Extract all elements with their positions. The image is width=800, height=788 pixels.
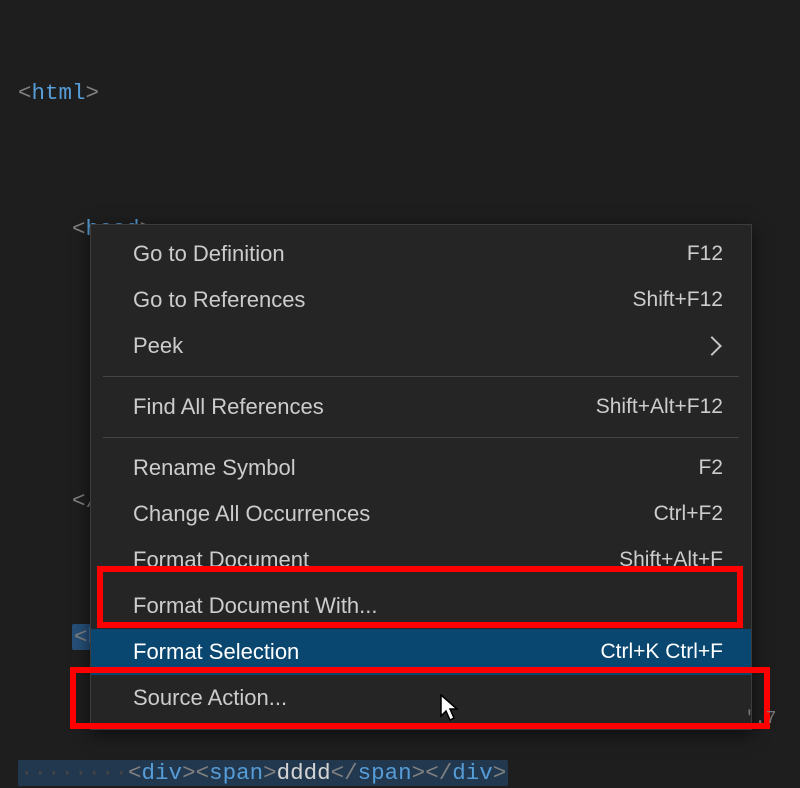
menu-label: Go to Definition (133, 241, 657, 267)
bracket: </ (425, 760, 452, 786)
whitespace-dots: ···· (20, 760, 74, 786)
bracket: > (412, 760, 426, 786)
menu-label: Format Document (133, 547, 589, 573)
bracket: < (74, 624, 88, 650)
menu-shortcut: Shift+Alt+F12 (596, 395, 723, 419)
menu-separator (103, 376, 739, 377)
menu-separator (103, 437, 739, 438)
menu-format-document[interactable]: Format Document Shift+Alt+F (91, 537, 751, 583)
indent (18, 488, 72, 514)
bracket: > (493, 760, 507, 786)
menu-shortcut: F12 (687, 242, 723, 266)
bracket: < (18, 80, 32, 106)
menu-label: Peek (133, 333, 705, 359)
code-line[interactable]: ········<div><span>dddd</span></div> (0, 756, 800, 788)
menu-rename-symbol[interactable]: Rename Symbol F2 (91, 445, 751, 491)
tag-span: span (358, 760, 412, 786)
menu-shortcut: Ctrl+F2 (654, 502, 723, 526)
bracket: < (196, 760, 210, 786)
bracket: </ (331, 760, 358, 786)
menu-go-to-references[interactable]: Go to References Shift+F12 (91, 277, 751, 323)
menu-label: Source Action... (133, 685, 693, 711)
menu-label: Find All References (133, 394, 566, 420)
indent (18, 624, 72, 650)
indent (18, 216, 72, 242)
whitespace-dots: ···· (74, 760, 128, 786)
stray-text: '.7 (744, 709, 776, 729)
menu-format-selection[interactable]: Format Selection Ctrl+K Ctrl+F (91, 629, 751, 675)
menu-peek[interactable]: Peek (91, 323, 751, 369)
bracket: > (263, 760, 277, 786)
menu-shortcut: F2 (698, 456, 723, 480)
menu-find-all-references[interactable]: Find All References Shift+Alt+F12 (91, 384, 751, 430)
menu-change-all-occurrences[interactable]: Change All Occurrences Ctrl+F2 (91, 491, 751, 537)
menu-format-document-with[interactable]: Format Document With... (91, 583, 751, 629)
code-line[interactable]: <html> (0, 76, 800, 110)
menu-label: Format Selection (133, 639, 570, 665)
menu-label: Go to References (133, 287, 603, 313)
context-menu: Go to Definition F12 Go to References Sh… (90, 224, 752, 730)
bracket: > (182, 760, 196, 786)
menu-label: Change All Occurrences (133, 501, 624, 527)
menu-source-action[interactable]: Source Action... (91, 675, 751, 721)
menu-label: Rename Symbol (133, 455, 668, 481)
bracket: < (128, 760, 142, 786)
tag-html: html (32, 80, 86, 106)
chevron-right-icon (702, 336, 722, 356)
tag-div: div (142, 760, 183, 786)
bracket: < (72, 216, 86, 242)
text-content: dddd (277, 760, 331, 786)
menu-shortcut: Shift+Alt+F (619, 548, 723, 572)
bracket: > (86, 80, 100, 106)
menu-go-to-definition[interactable]: Go to Definition F12 (91, 231, 751, 277)
menu-shortcut: Ctrl+K Ctrl+F (600, 640, 723, 664)
tag-span: span (209, 760, 263, 786)
menu-shortcut: Shift+F12 (633, 288, 723, 312)
menu-label: Format Document With... (133, 593, 693, 619)
tag-div: div (452, 760, 493, 786)
